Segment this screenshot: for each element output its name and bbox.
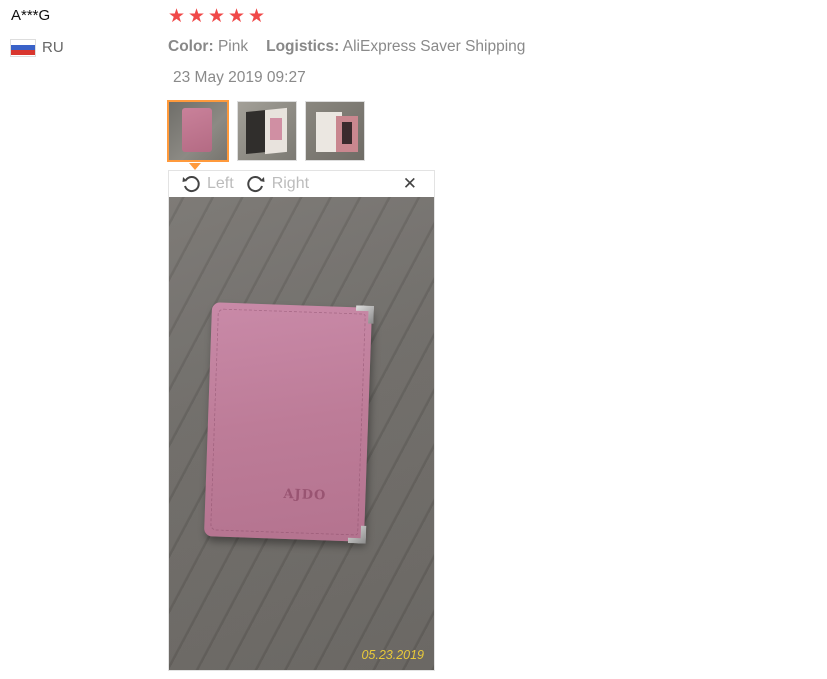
review-photo: AJDO 05.23.2019 <box>169 197 434 670</box>
reviewer-name: A***G <box>11 7 51 24</box>
product-logo: AJDO <box>283 486 327 504</box>
star-icon: ★ <box>208 5 226 27</box>
reviewer-country: RU <box>11 39 64 56</box>
logistics-info: Logistics: AliExpress Saver Shipping <box>266 38 525 56</box>
photo-thumbnail-3[interactable] <box>305 101 365 161</box>
rotate-left-label: Left <box>207 175 234 192</box>
photo-date-stamp: 05.23.2019 <box>361 648 424 662</box>
star-icon: ★ <box>248 5 266 27</box>
star-icon: ★ <box>188 5 206 27</box>
rotate-right-icon <box>247 176 265 193</box>
rotate-left-icon <box>182 176 200 193</box>
photo-viewer: Left Right ✕ AJDO 05.23.2019 <box>168 170 435 671</box>
color-value: Pink <box>217 38 249 55</box>
photo-thumbnail-2[interactable] <box>237 101 297 161</box>
selected-thumbnail-pointer <box>189 163 201 170</box>
country-code: RU <box>42 39 64 56</box>
star-icon: ★ <box>228 5 246 27</box>
logistics-value: AliExpress Saver Shipping <box>342 38 526 55</box>
review-item: A***G RU ★ ★ ★ ★ ★ Color: Pink Logistics… <box>0 0 827 679</box>
star-icon: ★ <box>168 5 186 27</box>
close-icon[interactable]: ✕ <box>403 174 417 194</box>
color-label: Color: <box>168 38 214 55</box>
order-info: Color: Pink Logistics: AliExpress Saver … <box>168 38 525 56</box>
rotate-left-button[interactable]: Left <box>181 174 234 194</box>
photo-thumbnail-1[interactable] <box>167 100 229 162</box>
color-info: Color: Pink <box>168 38 248 56</box>
pink-wallet-image: AJDO <box>203 302 372 541</box>
review-photo-thumbnails <box>167 100 365 162</box>
star-rating: ★ ★ ★ ★ ★ <box>168 5 266 27</box>
russia-flag-icon <box>11 39 35 56</box>
viewer-toolbar: Left Right ✕ <box>169 171 434 197</box>
rotate-right-label: Right <box>271 175 310 192</box>
review-date: 23 May 2019 09:27 <box>173 69 306 86</box>
rotate-right-button[interactable]: Right <box>246 174 309 194</box>
logistics-label: Logistics: <box>266 38 340 55</box>
